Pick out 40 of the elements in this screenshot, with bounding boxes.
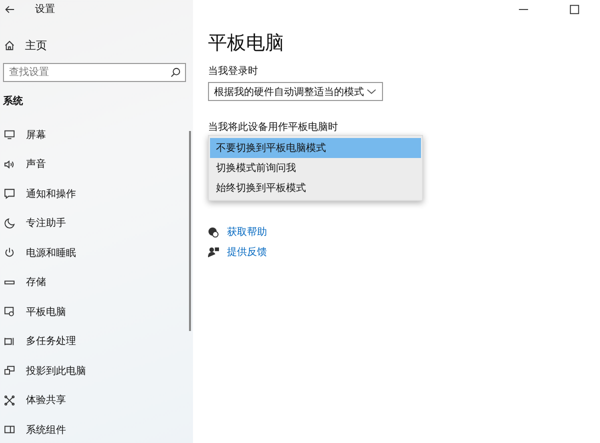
field-label: 当我登录时	[208, 64, 258, 78]
message-icon	[4, 188, 15, 200]
sidebar-item[interactable]: 专注助手	[26, 216, 66, 230]
sidebar-item[interactable]: 多任务处理	[26, 334, 76, 348]
mode-dropdown[interactable]: 根据我的硬件自动调整适当的模式	[208, 82, 383, 101]
help-link[interactable]: 获取帮助	[227, 225, 267, 239]
tablet-icon	[4, 306, 15, 318]
field-label: 当我将此设备用作平板电脑时	[208, 120, 338, 134]
sidebar-item[interactable]: 屏幕	[26, 128, 46, 142]
menu-option[interactable]: 始终切换到平板模式	[210, 178, 421, 198]
share-icon	[4, 394, 15, 406]
sidebar-item[interactable]: 系统组件	[26, 422, 66, 437]
multitask-icon	[4, 336, 15, 347]
menu-option[interactable]: 不要切换到平板电脑模式	[210, 138, 421, 158]
page-title: 平板电脑	[208, 31, 284, 56]
section-heading: 系统	[2, 94, 24, 108]
moon-icon	[4, 218, 15, 229]
person-icon	[208, 246, 219, 258]
help-link[interactable]: 提供反馈	[227, 245, 267, 259]
sidebar-item[interactable]: 体验共享	[26, 393, 66, 408]
monitor-icon	[4, 129, 15, 140]
home-icon	[4, 40, 15, 51]
search-icon	[170, 67, 181, 78]
sidebar-item[interactable]: 平板电脑	[26, 304, 66, 319]
sidebar-item[interactable]: 主页	[25, 38, 47, 53]
panel-icon	[4, 424, 15, 436]
sidebar-item[interactable]: 投影到此电脑	[26, 364, 86, 378]
sidebar-item[interactable]: 通知和操作	[26, 186, 76, 201]
sidebar-item[interactable]: 声音	[26, 157, 46, 172]
back-icon[interactable]	[4, 4, 15, 14]
maximize-icon[interactable]	[569, 4, 580, 14]
sidebar-item[interactable]: 电源和睡眠	[26, 246, 76, 260]
projector-icon	[4, 365, 15, 376]
power-icon	[4, 247, 15, 258]
window-title: 设置	[35, 2, 55, 16]
speaker-icon	[4, 158, 15, 170]
menu-option[interactable]: 切换模式前询问我	[210, 158, 421, 178]
search-field[interactable]: 查找设置	[3, 63, 186, 82]
sidebar-item[interactable]: 存储	[26, 275, 46, 290]
scrollbar[interactable]	[189, 131, 191, 331]
